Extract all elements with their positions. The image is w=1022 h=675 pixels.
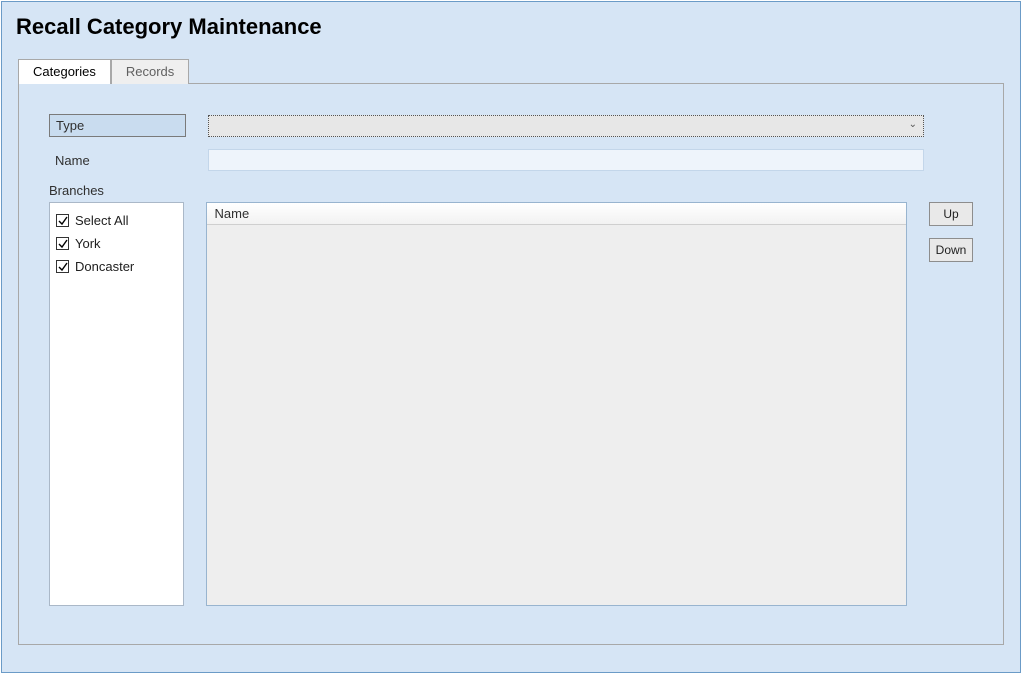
name-input[interactable] <box>208 149 924 171</box>
branches-listbox: Select All York Doncaster <box>49 202 184 606</box>
branch-item-label: Select All <box>75 213 128 228</box>
down-button[interactable]: Down <box>929 238 973 262</box>
branch-item-doncaster[interactable]: Doncaster <box>56 255 177 278</box>
branch-item-york[interactable]: York <box>56 232 177 255</box>
category-grid[interactable]: Name <box>206 202 908 606</box>
type-row: Type ⌄ <box>49 114 973 137</box>
chevron-down-icon: ⌄ <box>909 119 917 130</box>
name-row: Name <box>49 149 973 171</box>
tab-container: Categories Records Type ⌄ Name Branc <box>18 58 1004 645</box>
main-panel: Recall Category Maintenance Categories R… <box>1 1 1021 673</box>
up-button[interactable]: Up <box>929 202 973 226</box>
tab-categories[interactable]: Categories <box>18 59 111 84</box>
branch-item-label: York <box>75 236 101 251</box>
branch-item-label: Doncaster <box>75 259 134 274</box>
tab-panel-categories: Type ⌄ Name Branches <box>18 83 1004 645</box>
type-label: Type <box>49 114 186 137</box>
checkbox-icon[interactable] <box>56 260 69 273</box>
tabs-row: Categories Records <box>18 58 1004 83</box>
reorder-buttons: Up Down <box>929 202 973 262</box>
grid-column-header-name[interactable]: Name <box>207 203 907 225</box>
page-title: Recall Category Maintenance <box>2 2 1020 58</box>
checkbox-icon[interactable] <box>56 214 69 227</box>
branch-item-select-all[interactable]: Select All <box>56 209 177 232</box>
name-label: Name <box>49 150 186 171</box>
tab-records[interactable]: Records <box>111 59 189 84</box>
checkbox-icon[interactable] <box>56 237 69 250</box>
type-dropdown[interactable]: ⌄ <box>208 115 924 137</box>
branches-label: Branches <box>49 183 973 198</box>
grid-body <box>207 225 907 605</box>
lower-row: Select All York Doncaster <box>49 202 973 606</box>
